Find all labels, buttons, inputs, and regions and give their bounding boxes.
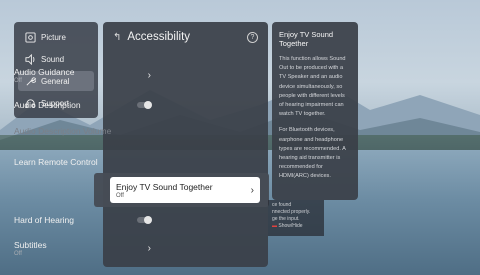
show-hide-button[interactable]: ▬ Show/Hide — [272, 223, 320, 230]
menu-item-label: Audio Guidance — [14, 66, 75, 77]
menu-item-audio-description-volume: Audio Description Volume — [8, 122, 157, 140]
menu-item-audio-guidance[interactable]: Audio Guidance Off › — [8, 62, 157, 88]
menu-item-label: Hard of Hearing — [14, 215, 75, 225]
info-title: Enjoy TV Sound Together — [279, 30, 334, 48]
notification-line: ge the input. — [272, 216, 300, 222]
menu-item-label: Subtitles — [14, 239, 47, 250]
info-paragraph-1: This function allows Sound Out to be pro… — [279, 56, 346, 118]
chevron-right-icon: › — [250, 184, 254, 196]
red-key-icon: ▬ — [272, 223, 277, 229]
notification-line: nnected properly. — [272, 209, 311, 215]
page-title: Accessibility — [127, 31, 191, 43]
help-icon[interactable]: ? — [247, 31, 258, 43]
menu-item-label: Enjoy TV Sound Together — [116, 181, 213, 192]
category-picture[interactable]: Picture — [18, 27, 94, 47]
info-description-panel: Enjoy TV Sound Together This function al… — [272, 22, 358, 200]
info-paragraph-2: For Bluetooth devices, earphone and head… — [279, 127, 346, 180]
menu-item-audio-description[interactable]: Audio Description — [8, 96, 157, 114]
panel-header: ↰ Accessibility ? — [103, 22, 268, 52]
menu-item-value: Off — [116, 192, 124, 199]
accessibility-panel: ↰ Accessibility ? — [103, 22, 268, 267]
chevron-right-icon: › — [147, 69, 151, 81]
category-label: Picture — [41, 32, 66, 42]
menu-item-learn-remote-control[interactable]: Learn Remote Control — [8, 153, 157, 171]
menu-item-label: Learn Remote Control — [14, 157, 98, 167]
show-hide-label: Show/Hide — [278, 223, 303, 229]
chevron-right-icon: › — [147, 242, 151, 254]
underlying-notification: ce found nnected properly. ge the input.… — [268, 200, 324, 236]
audio-description-toggle[interactable] — [137, 101, 152, 109]
back-arrow-icon[interactable]: ↰ — [113, 32, 121, 43]
menu-item-subtitles[interactable]: Subtitles Off › — [8, 236, 157, 260]
menu-item-value: Off — [14, 77, 22, 84]
menu-item-hard-of-hearing[interactable]: Hard of Hearing — [8, 211, 157, 229]
menu-item-enjoy-tv-sound-together[interactable]: Enjoy TV Sound Together Off › — [110, 177, 260, 203]
notification-line: ce found — [272, 202, 292, 208]
picture-icon — [24, 31, 36, 43]
menu-item-value: Off — [14, 250, 22, 257]
menu-item-label: Audio Description — [14, 100, 81, 110]
hard-of-hearing-toggle[interactable] — [137, 216, 152, 224]
menu-item-label: Audio Description Volume — [14, 126, 112, 136]
